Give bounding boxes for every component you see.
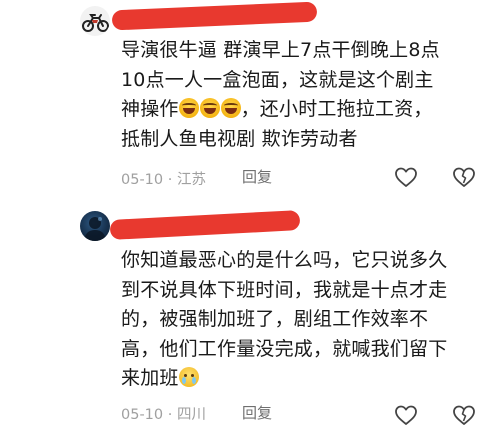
broken-heart-icon[interactable] — [452, 404, 476, 426]
comment-item: 你知道最恶心的是什么吗，它只说多久 到不说具体下班时间，我就是十点才走 的，被强… — [0, 205, 500, 437]
heart-icon[interactable] — [394, 166, 418, 188]
comment-location: 江苏 — [176, 172, 206, 188]
comment-text: 你知道最恶心的是什么吗，它只说多久 到不说具体下班时间，我就是十点才走 的，被强… — [121, 249, 448, 389]
redacted-username — [111, 1, 318, 31]
broken-heart-icon[interactable] — [452, 166, 476, 188]
comment-meta: 05-10 · 四川 — [121, 407, 206, 423]
laughing-face-icon — [178, 98, 199, 118]
comment-location: 四川 — [176, 407, 206, 423]
avatar[interactable] — [80, 6, 110, 36]
dark-portrait-avatar[interactable] — [80, 211, 110, 241]
comment-date: 05-10 — [121, 407, 164, 423]
crying-face-icon — [178, 367, 199, 387]
comment-meta: 05-10 · 江苏 — [121, 172, 206, 188]
comment-text: 导演很牛逼 群演早上7点干倒晚上8点 10点一人一盒泡面，这就是这个剧主 神操作… — [121, 39, 440, 150]
laughing-face-icon — [220, 98, 241, 118]
redacted-username — [109, 210, 301, 240]
comment-item: 导演很牛逼 群演早上7点干倒晚上8点 10点一人一盒泡面，这就是这个剧主 神操作… — [0, 0, 500, 200]
reply-button[interactable]: 回复 — [242, 402, 272, 423]
portrait-icon — [84, 217, 106, 241]
laughing-face-icon — [199, 98, 220, 118]
heart-icon[interactable] — [394, 404, 418, 426]
reply-button[interactable]: 回复 — [242, 166, 272, 187]
motorcycle-icon — [82, 14, 109, 32]
comment-date: 05-10 — [121, 172, 164, 188]
